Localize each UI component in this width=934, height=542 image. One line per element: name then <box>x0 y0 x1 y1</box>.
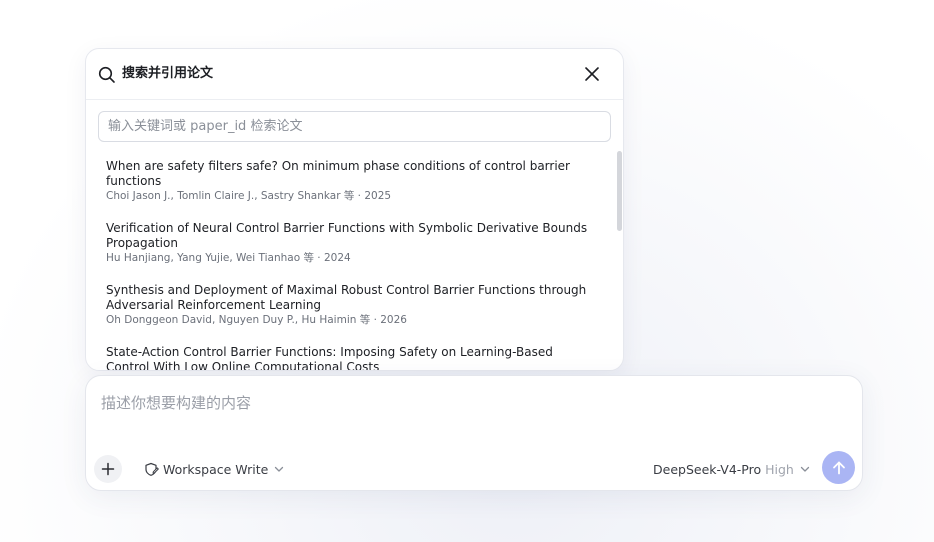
prompt-input[interactable] <box>101 390 841 416</box>
model-name: DeepSeek-V4-Pro <box>653 461 762 477</box>
results-scrollbar[interactable] <box>617 151 622 231</box>
model-select-button[interactable]: DeepSeek-V4-Pro High <box>653 458 811 480</box>
list-item[interactable]: State-Action Control Barrier Functions: … <box>106 345 596 371</box>
result-meta: Hu Hanjiang, Yang Yujie, Wei Tianhao 等 ·… <box>106 252 351 264</box>
search-icon <box>98 66 115 83</box>
paper-search-popup: 搜索并引用论文 When are safety filters safe? On… <box>85 48 624 371</box>
close-icon[interactable] <box>583 65 601 83</box>
send-button[interactable] <box>822 451 855 484</box>
result-meta: Oh Donggeon David, Nguyen Duy P., Hu Hai… <box>106 314 407 326</box>
arrow-up-icon <box>832 461 845 474</box>
page: 搜索并引用论文 When are safety filters safe? On… <box>0 0 934 542</box>
chevron-down-icon <box>800 466 810 472</box>
add-attachment-button[interactable] <box>94 455 122 483</box>
result-meta: Choi Jason J., Tomlin Claire J., Sastry … <box>106 190 392 202</box>
list-item[interactable]: Synthesis and Deployment of Maximal Robu… <box>106 283 596 327</box>
shield-edit-icon <box>145 462 159 476</box>
result-title: When are safety filters safe? On minimum… <box>106 159 570 188</box>
popup-header: 搜索并引用论文 <box>86 49 623 100</box>
list-item[interactable]: Verification of Neural Control Barrier F… <box>106 221 596 265</box>
workspace-mode-label: Workspace Write <box>163 461 269 477</box>
result-title: State-Action Control Barrier Functions: … <box>106 345 553 371</box>
popup-title: 搜索并引用论文 <box>122 66 214 81</box>
prompt-composer: Workspace Write DeepSeek-V4-Pro High <box>85 375 863 491</box>
list-item[interactable]: When are safety filters safe? On minimum… <box>106 159 596 203</box>
chevron-down-icon <box>275 466 284 472</box>
model-effort: High <box>765 461 794 477</box>
paper-search-input[interactable] <box>98 111 611 142</box>
result-title: Verification of Neural Control Barrier F… <box>106 221 588 250</box>
search-results-list: When are safety filters safe? On minimum… <box>86 153 614 371</box>
result-title: Synthesis and Deployment of Maximal Robu… <box>106 283 587 312</box>
workspace-mode-button[interactable]: Workspace Write <box>144 458 285 480</box>
plus-icon <box>101 462 115 476</box>
